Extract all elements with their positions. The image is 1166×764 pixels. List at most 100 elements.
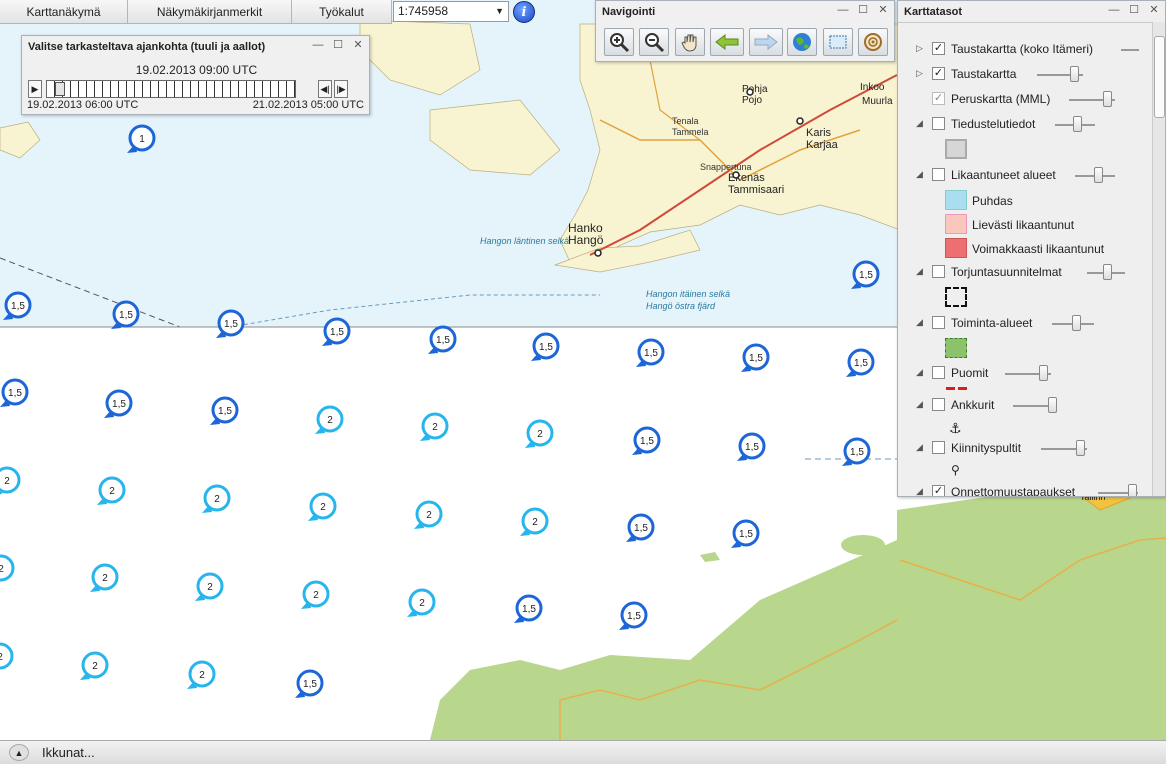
time-slider-track[interactable] [46,80,296,98]
map-place-label: Karis [806,127,832,139]
layer-checkbox[interactable]: ✓ [932,485,945,496]
wave-value: 1 [139,134,145,145]
wave-value: 1,5 [644,348,658,359]
info-icon[interactable]: i [513,1,535,23]
wave-value: 1,5 [8,388,22,399]
layer-checkbox[interactable] [932,366,945,379]
map-place-label: Tenala [672,116,699,126]
wave-value: 2 [532,517,538,528]
collapse-icon[interactable]: ◢ [916,317,923,328]
menu-nakymakirjanmerkit[interactable]: Näkymäkirjanmerkit [128,0,292,24]
collapse-icon[interactable]: ◢ [916,266,923,277]
map-place-label: Pojo [742,95,762,106]
wave-value: 1,5 [859,270,873,281]
layer-checkbox[interactable] [932,168,945,181]
opacity-slider-thumb[interactable] [1103,91,1112,107]
time-slider-thumb[interactable] [55,82,65,96]
anchor-icon: ⚓ [949,420,962,436]
maximize-icon[interactable]: ☐ [854,4,872,18]
legend-swatch-torjunta [945,287,967,307]
opacity-slider-thumb[interactable] [1039,365,1048,381]
windows-button-label[interactable]: Ikkunat... [42,745,95,760]
wave-value: 2 [102,573,108,584]
layer-checkbox[interactable] [932,117,945,130]
opacity-slider-thumb[interactable] [1128,484,1137,496]
collapse-icon[interactable]: ◢ [916,367,923,378]
legend-swatch-puomit [946,387,968,390]
play-icon[interactable]: ▶ [28,80,42,98]
collapse-icon[interactable]: ◢ [916,442,923,453]
forward-button[interactable] [749,28,783,56]
layer-checkbox[interactable] [932,398,945,411]
opacity-slider-track[interactable] [1121,49,1139,51]
opacity-slider-thumb[interactable] [1094,167,1103,183]
wave-value: 2 [0,564,4,575]
wave-value: 1,5 [11,301,25,312]
zoom-out-button[interactable] [639,28,669,56]
scrollbar-thumb[interactable] [1154,36,1165,118]
wave-value: 1,5 [119,310,133,321]
expand-icon[interactable]: ▷ [916,68,923,79]
time-slider: ▶ ◀| |▶ [28,80,362,98]
step-back-icon[interactable]: ◀| [318,80,332,98]
opacity-slider-thumb[interactable] [1070,66,1079,82]
minimize-icon[interactable]: — [1105,4,1123,18]
step-forward-icon[interactable]: |▶ [334,80,348,98]
pan-button[interactable] [675,28,705,56]
scale-select[interactable]: 1:745958 ▼ [393,1,509,22]
menu-karttanakyma[interactable]: Karttanäkymä [0,0,128,24]
wave-value: 2 [432,422,438,433]
map-place-label: Tammisaari [728,184,784,196]
layer-taustakartta: ▷ ✓ Taustakartta [898,64,1148,86]
collapse-icon[interactable]: ◢ [916,486,923,496]
maximize-icon[interactable]: ☐ [1125,4,1143,18]
opacity-slider-thumb[interactable] [1048,397,1057,413]
wave-value: 1,5 [330,327,344,338]
wave-value: 1,5 [854,358,868,369]
layer-checkbox[interactable] [932,441,945,454]
close-icon[interactable]: ✕ [349,39,367,53]
wave-value: 2 [537,429,543,440]
minimize-icon[interactable]: — [309,39,327,53]
wave-value: 2 [199,670,205,681]
layer-label: Taustakartta [951,67,1017,81]
time-end-label: 21.02.2013 05:00 UTC [252,99,364,111]
wave-value: 2 [92,661,98,672]
wave-value: 1,5 [522,604,536,615]
menu-tyokalut[interactable]: Työkalut [292,0,392,24]
opacity-slider-thumb[interactable] [1076,440,1085,456]
layers-scrollbar[interactable] [1152,22,1165,496]
chevron-down-icon: ▼ [495,6,504,16]
maximize-icon[interactable]: ☐ [329,39,347,53]
opacity-slider-thumb[interactable] [1073,116,1082,132]
minimize-icon[interactable]: — [834,4,852,18]
wave-value: 1,5 [627,611,641,622]
opacity-slider-thumb[interactable] [1103,264,1112,280]
back-button[interactable] [710,28,744,56]
wave-value: 1,5 [539,342,553,353]
collapse-icon[interactable]: ◢ [916,399,923,410]
town-marker [796,117,804,125]
chevron-up-icon[interactable]: ▲ [9,744,29,761]
collapse-icon[interactable]: ◢ [916,169,923,180]
locate-button[interactable] [858,28,888,56]
layer-label: Taustakartta (koko Itämeri) [951,42,1094,56]
opacity-slider-thumb[interactable] [1072,315,1081,331]
layer-checkbox[interactable] [932,265,945,278]
layer-label: Peruskartta (MML) [951,92,1051,106]
layer-checkbox[interactable]: ✓ [932,42,945,55]
full-extent-button[interactable] [787,28,817,56]
zoom-out-icon [645,33,665,53]
layer-checkbox[interactable] [932,316,945,329]
zoom-box-button[interactable] [823,28,853,56]
navigation-panel: Navigointi — ☐ ✕ [595,0,895,62]
layer-checkbox[interactable]: ✓ [932,67,945,80]
close-icon[interactable]: ✕ [874,4,892,18]
main-menu-bar: Karttanäkymä Näkymäkirjanmerkit Työkalut [0,0,392,24]
close-icon[interactable]: ✕ [1145,4,1163,18]
wave-value: 1,5 [739,529,753,540]
expand-icon[interactable]: ▷ [916,43,923,54]
collapse-icon[interactable]: ◢ [916,118,923,129]
zoom-in-button[interactable] [604,28,634,56]
layer-checkbox[interactable]: ✓ [932,92,945,105]
